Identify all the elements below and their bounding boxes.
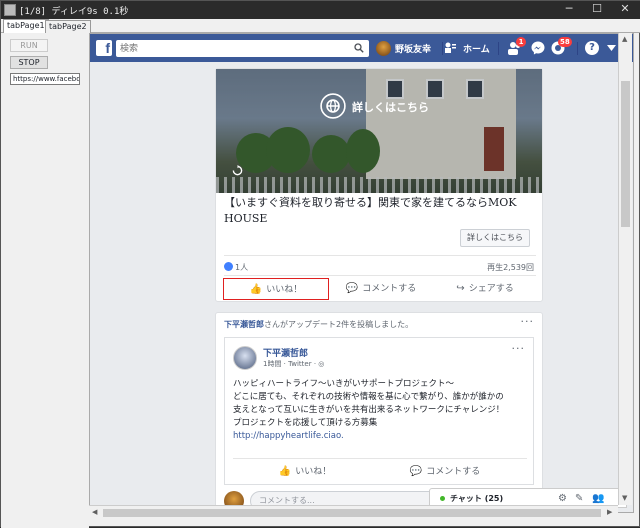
tab-page-2[interactable]: tabPage2 bbox=[45, 20, 91, 33]
post-text-line: ハッピィハートライフ〜いきがいサポートプロジェクト〜 bbox=[233, 379, 455, 389]
post-link[interactable]: http://happyheartlife.ciao. bbox=[233, 430, 529, 443]
share-label: シェアする bbox=[468, 284, 514, 294]
divider bbox=[224, 255, 536, 256]
control-panel: RUN STOP https://www.facebook.com bbox=[1, 33, 89, 528]
post-text-line: 支えとなって互いに生きがいを共有出来るネットワークにチャレンジ！ bbox=[233, 405, 505, 415]
vertical-scrollbar[interactable]: ▲ ▼ bbox=[618, 33, 632, 505]
stop-button[interactable]: STOP bbox=[10, 56, 48, 69]
home-link[interactable]: ホーム bbox=[463, 42, 490, 55]
reaction-count-text: 1人 bbox=[235, 263, 249, 272]
comment-icon: 💬 bbox=[409, 466, 423, 477]
window-title: [1/8] ディレイ9s 0.1秒 bbox=[19, 7, 129, 17]
new-message-icon[interactable]: ✎ bbox=[575, 493, 583, 504]
ad-headline[interactable]: 【いますぐ資料を取り寄せる】関東で家を建てるならMOK HOUSE bbox=[224, 195, 536, 227]
post-text-line: どこに居ても、それぞれの技術や情報を基に心で繋がり、誰かが誰かの bbox=[233, 392, 504, 402]
profile-link[interactable]: 野坂友幸 bbox=[395, 42, 431, 55]
comment-label: コメントする bbox=[362, 284, 417, 294]
minimize-button[interactable]: ─ bbox=[555, 1, 583, 19]
notifications-badge: 58 bbox=[558, 37, 572, 47]
scroll-down-icon[interactable]: ▼ bbox=[622, 494, 627, 502]
messenger-icon[interactable] bbox=[530, 40, 546, 56]
search-box[interactable] bbox=[116, 40, 369, 57]
help-icon[interactable]: ? bbox=[585, 41, 599, 55]
title-bar: [1/8] ディレイ9s 0.1秒 ─ ☐ ✕ bbox=[1, 1, 640, 19]
scroll-thumb[interactable] bbox=[621, 81, 630, 227]
search-icon[interactable] bbox=[354, 43, 364, 53]
user-avatar[interactable] bbox=[376, 41, 391, 56]
reaction-count[interactable]: 1人 bbox=[224, 262, 248, 273]
share-icon: ↪ bbox=[456, 283, 465, 294]
public-globe-icon: ◎ bbox=[318, 360, 325, 368]
scroll-right-icon[interactable]: ▶ bbox=[607, 508, 612, 516]
thumbs-up-icon: 👍 bbox=[249, 284, 263, 295]
replay-icon[interactable] bbox=[232, 165, 243, 176]
post-comment-button[interactable]: 💬 コメントする bbox=[385, 461, 505, 483]
post-body: ハッピィハートライフ〜いきがいサポートプロジェクト〜 どこに居ても、それぞれの技… bbox=[233, 378, 529, 443]
scroll-up-icon[interactable]: ▲ bbox=[622, 35, 627, 43]
comment-button[interactable]: 💬 コメントする bbox=[329, 278, 433, 300]
like-label: いいね！ bbox=[295, 467, 332, 477]
author-avatar[interactable] bbox=[233, 346, 257, 370]
divider bbox=[233, 458, 527, 459]
friend-post-card: 下平瀬哲郎さんがアップデート2件を投稿しました。 ··· 下平瀬哲郎 1時間 ·… bbox=[215, 312, 543, 512]
horizontal-scrollbar[interactable]: ◀ ▶ bbox=[89, 505, 618, 519]
online-status-icon bbox=[440, 496, 445, 501]
comment-icon: 💬 bbox=[345, 283, 359, 294]
browser-view: f 野坂友幸 ホーム 1 bbox=[89, 33, 634, 513]
tab-page-1[interactable]: tabPage1 bbox=[3, 19, 49, 33]
ad-post-card: 詳しくはこちら 【いますぐ資料を取り寄せる】関東で家を建てるならMOK HOUS… bbox=[215, 68, 543, 302]
maximize-button[interactable]: ☐ bbox=[583, 1, 611, 19]
friend-requests-badge: 1 bbox=[516, 37, 526, 47]
search-input[interactable] bbox=[116, 40, 346, 57]
like-reaction-icon bbox=[224, 262, 233, 271]
shared-author-name[interactable]: 下平瀬哲郎 bbox=[263, 346, 308, 359]
like-button[interactable]: 👍 いいね！ bbox=[223, 278, 329, 300]
shared-post-options-icon[interactable]: ··· bbox=[512, 342, 526, 355]
post-like-button[interactable]: 👍 いいね！ bbox=[245, 461, 365, 483]
app-icon bbox=[4, 4, 16, 16]
scroll-thumb[interactable] bbox=[103, 509, 601, 517]
run-button[interactable]: RUN bbox=[10, 39, 48, 52]
find-friends-icon[interactable] bbox=[444, 41, 457, 54]
scroll-left-icon[interactable]: ◀ bbox=[92, 508, 97, 516]
shared-post: 下平瀬哲郎 1時間 · Twitter · ◎ ··· ハッピィハートライフ〜い… bbox=[224, 337, 534, 485]
chat-label[interactable]: チャット (25) bbox=[450, 493, 503, 504]
view-count[interactable]: 再生2,539回 bbox=[487, 262, 534, 273]
divider bbox=[577, 42, 578, 55]
learn-more-button[interactable]: 詳しくはこちら bbox=[460, 229, 530, 247]
like-label: いいね！ bbox=[266, 285, 303, 295]
divider bbox=[442, 42, 443, 55]
post-meta: 1時間 · Twitter · ◎ bbox=[263, 359, 324, 369]
post-header-text: さんがアップデート2件を投稿しました。 bbox=[264, 320, 414, 329]
facebook-logo-icon[interactable]: f bbox=[96, 40, 112, 56]
video-cta-text[interactable]: 詳しくはこちら bbox=[352, 99, 429, 115]
account-menu-chevron-icon[interactable] bbox=[607, 45, 616, 51]
divider bbox=[224, 275, 536, 276]
globe-icon[interactable] bbox=[320, 93, 346, 119]
app-window: [1/8] ディレイ9s 0.1秒 ─ ☐ ✕ tabPage1 tabPage… bbox=[0, 0, 640, 528]
thumbs-up-icon: 👍 bbox=[278, 466, 292, 477]
video-overlay bbox=[216, 69, 542, 193]
tab-strip: tabPage1 tabPage2 bbox=[1, 19, 640, 33]
ad-video[interactable]: 詳しくはこちら bbox=[216, 69, 542, 193]
post-options-icon[interactable]: ··· bbox=[521, 315, 535, 328]
share-button[interactable]: ↪ シェアする bbox=[433, 278, 537, 300]
chat-settings-icon[interactable]: ⚙ bbox=[558, 493, 567, 504]
post-meta-text: 1時間 · Twitter · bbox=[263, 360, 319, 368]
facebook-top-bar: f 野坂友幸 ホーム 1 bbox=[90, 34, 633, 62]
post-header: 下平瀬哲郎さんがアップデート2件を投稿しました。 bbox=[224, 319, 413, 330]
url-field[interactable]: https://www.facebook.com bbox=[10, 73, 80, 85]
post-text-line: プロジェクトを応援して頂ける方募集 bbox=[233, 418, 378, 428]
divider bbox=[498, 42, 499, 55]
close-button[interactable]: ✕ bbox=[611, 1, 639, 19]
create-group-icon[interactable]: 👥 bbox=[592, 493, 604, 504]
post-author-link[interactable]: 下平瀬哲郎 bbox=[224, 320, 264, 329]
comment-label: コメントする bbox=[426, 467, 481, 477]
